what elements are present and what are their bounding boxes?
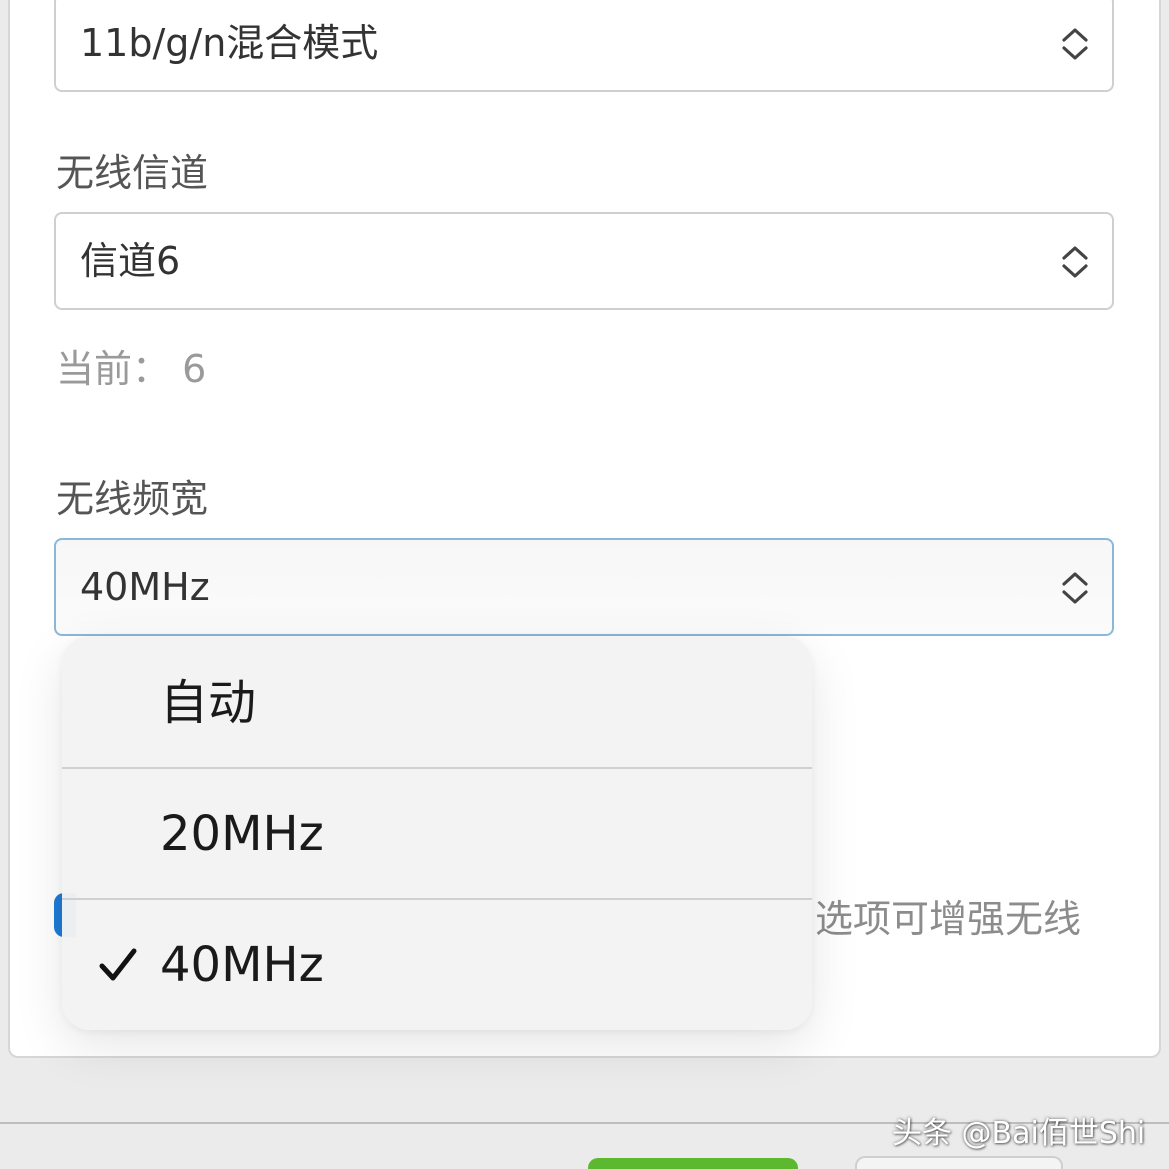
up-down-chevron-icon [1062,572,1088,604]
cancel-button[interactable] [855,1156,1063,1169]
wireless-bandwidth-value: 40MHz [80,565,210,609]
current-channel-hint: 当前： 6 [56,347,207,391]
wireless-channel-label: 无线信道 [56,151,209,195]
wireless-mode-value: 11b/g/n混合模式 [80,21,379,65]
save-button[interactable] [588,1158,798,1169]
wireless-channel-value: 信道6 [80,239,181,283]
wireless-channel-select[interactable]: 信道6 [54,212,1114,310]
up-down-chevron-icon [1062,246,1088,278]
dropdown-option-20mhz[interactable]: 20MHz [62,769,812,899]
watermark: 头条 @Bai佰世Shi [892,1116,1146,1151]
wireless-bandwidth-label: 无线频宽 [56,477,209,521]
checkmark-icon [99,948,137,981]
up-down-chevron-icon [1062,28,1088,60]
router-wireless-settings-screen: 11b/g/n混合模式 无线信道 信道6 当前： 6 无线频宽 40MHz 选项… [0,0,1169,1169]
wireless-bandwidth-select[interactable]: 40MHz [54,538,1114,636]
option-label: 20MHz [160,806,324,862]
bandwidth-option-hint: 选项可增强无线 [815,897,1082,941]
wireless-mode-select[interactable]: 11b/g/n混合模式 [54,0,1114,92]
dropdown-option-40mhz[interactable]: 40MHz [62,900,812,1030]
option-label: 自动 [160,675,257,731]
dropdown-option-auto[interactable]: 自动 [62,638,812,768]
option-label: 40MHz [160,937,324,993]
bandwidth-dropdown-menu: 自动 20MHz 40MHz [62,636,812,1030]
